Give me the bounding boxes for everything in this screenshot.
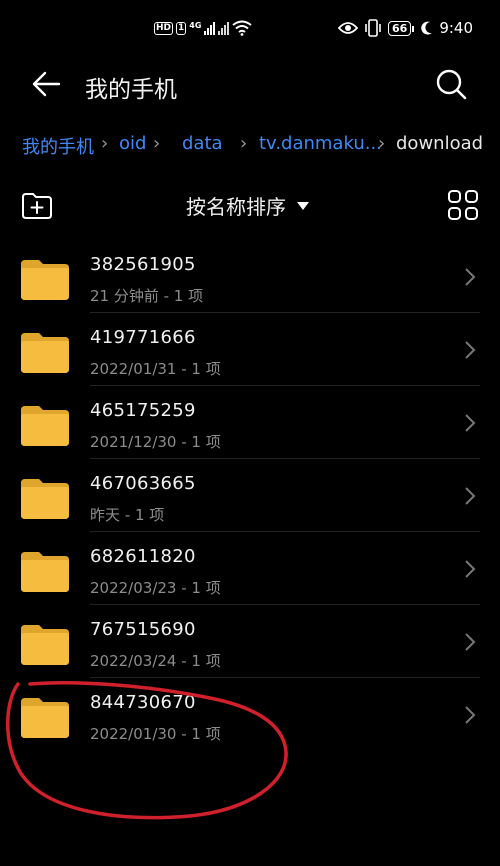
chevron-right-icon: › xyxy=(153,133,161,154)
file-meta: 21 分钟前 - 1 项 xyxy=(90,287,204,305)
folder-icon xyxy=(21,625,69,665)
breadcrumb-item-current: download xyxy=(396,133,484,154)
folder-icon xyxy=(21,406,69,446)
chevron-right-icon: › xyxy=(101,133,109,154)
toolbar: 按名称排序 xyxy=(0,183,500,229)
clock: 9:40 xyxy=(439,19,473,37)
search-icon[interactable] xyxy=(433,66,469,102)
file-name: 382561905 xyxy=(90,254,196,275)
eye-icon xyxy=(338,22,358,34)
signal-2-icon xyxy=(218,21,230,35)
folder-icon xyxy=(21,333,69,373)
file-name: 465175259 xyxy=(90,400,196,421)
vibrate-icon xyxy=(365,19,381,37)
network-type-label: 4G xyxy=(189,20,202,30)
new-folder-icon[interactable] xyxy=(20,189,54,223)
wifi-icon xyxy=(232,20,253,36)
sort-label: 按名称排序 xyxy=(186,195,286,219)
file-name: 419771666 xyxy=(90,327,196,348)
caret-down-icon xyxy=(297,201,309,210)
back-arrow-icon[interactable] xyxy=(28,66,64,102)
sim-badge: 1 xyxy=(176,21,187,35)
folder-icon xyxy=(21,479,69,519)
page-title: 我的手机 xyxy=(85,77,177,103)
chevron-right-icon xyxy=(465,706,476,724)
chevron-right-icon: › xyxy=(378,133,386,154)
chevron-right-icon xyxy=(465,560,476,578)
chevron-right-icon xyxy=(465,633,476,651)
folder-icon xyxy=(21,260,69,300)
file-meta: 2022/03/23 - 1 项 xyxy=(90,579,221,597)
chevron-right-icon xyxy=(465,414,476,432)
breadcrumb-item-my-phone[interactable]: 我的手机 xyxy=(22,133,94,159)
list-item[interactable]: 467063665 昨天 - 1 项 xyxy=(0,459,500,532)
file-meta: 2022/01/30 - 1 项 xyxy=(90,725,221,743)
system-indicators: 66 9:40 xyxy=(338,17,473,39)
chevron-right-icon xyxy=(465,341,476,359)
chevron-right-icon xyxy=(465,487,476,505)
list-item[interactable]: 382561905 21 分钟前 - 1 项 xyxy=(0,240,500,313)
file-meta: 2022/03/24 - 1 项 xyxy=(90,652,221,670)
battery-icon: 66 xyxy=(388,20,415,36)
list-item[interactable]: 419771666 2022/01/31 - 1 项 xyxy=(0,313,500,386)
list-item[interactable]: 465175259 2021/12/30 - 1 项 xyxy=(0,386,500,459)
title-bar: 我的手机 xyxy=(0,56,500,112)
breadcrumb-item-android[interactable]: oid xyxy=(119,133,146,154)
file-name: 767515690 xyxy=(90,619,196,640)
chevron-right-icon xyxy=(465,268,476,286)
signal-icon xyxy=(204,21,216,35)
sort-dropdown[interactable]: 按名称排序 xyxy=(186,191,310,220)
file-meta: 2022/01/31 - 1 项 xyxy=(90,360,221,378)
folder-icon xyxy=(21,698,69,738)
file-name: 467063665 xyxy=(90,473,196,494)
hd-badge: HD xyxy=(154,21,174,35)
file-name: 682611820 xyxy=(90,546,196,567)
list-item[interactable]: 682611820 2022/03/23 - 1 项 xyxy=(0,532,500,605)
folder-icon xyxy=(21,552,69,592)
status-bar: HD 1 4G 66 9:40 xyxy=(0,0,500,56)
list-item[interactable]: 767515690 2022/03/24 - 1 项 xyxy=(0,605,500,678)
file-meta: 昨天 - 1 项 xyxy=(90,506,165,524)
grid-view-icon[interactable] xyxy=(447,189,479,221)
file-meta: 2021/12/30 - 1 项 xyxy=(90,433,221,451)
breadcrumb-item-package[interactable]: tv.danmaku... xyxy=(259,133,382,154)
moon-icon xyxy=(421,21,433,35)
list-item[interactable]: 844730670 2022/01/30 - 1 项 xyxy=(0,678,500,751)
network-indicators: HD 1 4G xyxy=(154,19,253,37)
breadcrumb-item-data[interactable]: data xyxy=(182,133,223,154)
breadcrumb: 我的手机 › oid › data › tv.danmaku... › down… xyxy=(0,127,500,163)
chevron-right-icon: › xyxy=(240,133,248,154)
file-name: 844730670 xyxy=(90,692,196,713)
